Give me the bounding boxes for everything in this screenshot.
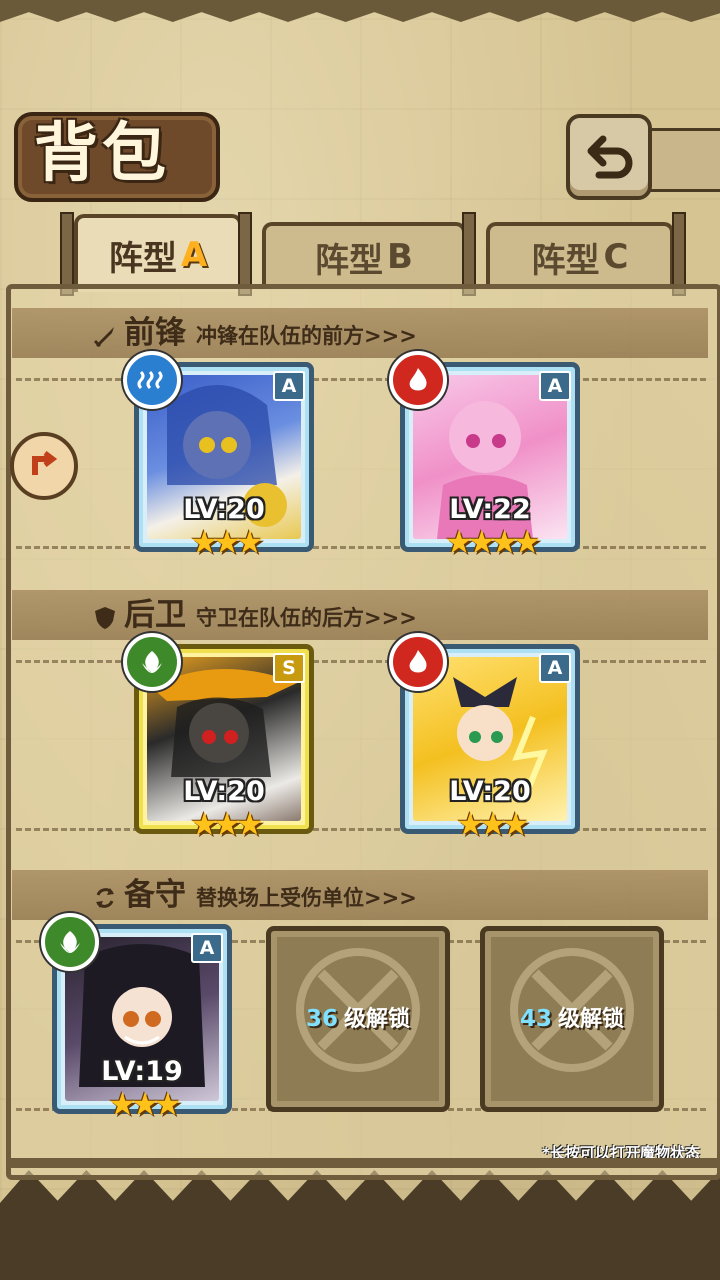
tab-formation-a[interactable]: 阵型 A: [74, 214, 242, 292]
back-desc: 守卫在队伍的后方>>>: [196, 606, 417, 630]
sword-icon: [93, 327, 114, 348]
page-title: 背包: [34, 117, 170, 191]
front-desc: 冲锋在队伍的前方>>>: [196, 324, 417, 348]
tab-formation-b[interactable]: 阵型 B: [262, 222, 466, 288]
divider: [16, 660, 706, 663]
divider: [16, 828, 706, 831]
unit-stars: ★★★: [107, 1085, 182, 1123]
rank-badge: A: [539, 371, 571, 401]
wood-element-icon: [41, 913, 99, 971]
back-button[interactable]: [566, 114, 652, 200]
unit-level: LV:20: [183, 776, 265, 807]
shield-icon: [95, 607, 115, 629]
unit-stars: ★★★: [455, 805, 530, 843]
tab-label: 阵型: [531, 240, 600, 281]
wood-element-icon: [123, 633, 181, 691]
swap-icon: [96, 888, 114, 908]
tab-suffix: C: [603, 237, 629, 277]
rank-badge: S: [273, 653, 305, 683]
arrow-icon: [32, 451, 58, 475]
unit-card-front-2[interactable]: A LV:22 ★★★★: [389, 351, 580, 561]
rank-badge: A: [273, 371, 305, 401]
unit-level: LV:22: [449, 494, 531, 525]
tab-label: 阵型: [315, 240, 384, 281]
unit-level: LV:19: [101, 1056, 183, 1087]
unit-stars: ★★★: [189, 523, 264, 561]
water-element-icon: [123, 351, 181, 409]
unlock-level: 43: [519, 1006, 552, 1032]
locked-slot-1[interactable]: 36 级解锁: [266, 926, 450, 1112]
side-toggle-button[interactable]: [10, 432, 78, 500]
rank-badge: A: [191, 933, 223, 963]
rank-badge: A: [539, 653, 571, 683]
locked-slot-2[interactable]: 43 级解锁: [480, 926, 664, 1112]
unlock-label: 级解锁: [558, 1007, 625, 1032]
fire-element-icon: [389, 351, 447, 409]
reserve-title: 备守: [124, 877, 186, 913]
unit-level: LV:20: [449, 776, 531, 807]
unit-card-back-2[interactable]: A LV:20 ★★★: [389, 633, 580, 843]
panel-bottom-bar: [6, 1158, 720, 1168]
unlock-level: 36: [305, 1006, 338, 1032]
unit-stars: ★★★★: [444, 523, 542, 561]
unit-card-front-1[interactable]: A LV:20 ★★★: [123, 351, 314, 561]
tab-suffix: B: [387, 237, 413, 277]
back-button-strip: [640, 128, 720, 192]
front-section-header: 前锋 冲锋在队伍的前方>>>: [92, 308, 417, 358]
back-section-header: 后卫 守卫在队伍的后方>>>: [92, 590, 417, 640]
reserve-section-header: 备守 替换场上受伤单位>>>: [92, 870, 417, 920]
fire-element-icon: [389, 633, 447, 691]
unit-level: LV:20: [183, 494, 265, 525]
tab-formation-c[interactable]: 阵型 C: [486, 222, 674, 288]
divider: [16, 546, 706, 549]
divider: [16, 378, 706, 381]
unlock-label: 级解锁: [344, 1007, 411, 1032]
reserve-desc: 替换场上受伤单位>>>: [196, 886, 417, 910]
unit-card-back-1[interactable]: S LV:20 ★★★: [123, 633, 314, 843]
unlock-requirement: 36 级解锁: [271, 1001, 445, 1033]
unlock-requirement: 43 级解锁: [485, 1001, 659, 1033]
tab-suffix: A: [180, 235, 208, 275]
front-title: 前锋: [124, 315, 186, 351]
back-title: 后卫: [124, 597, 186, 633]
return-arrow-icon: [587, 135, 633, 179]
tab-label: 阵型: [108, 238, 177, 279]
unit-stars: ★★★: [189, 805, 264, 843]
unit-card-reserve-1[interactable]: A LV:19 ★★★: [41, 913, 232, 1123]
